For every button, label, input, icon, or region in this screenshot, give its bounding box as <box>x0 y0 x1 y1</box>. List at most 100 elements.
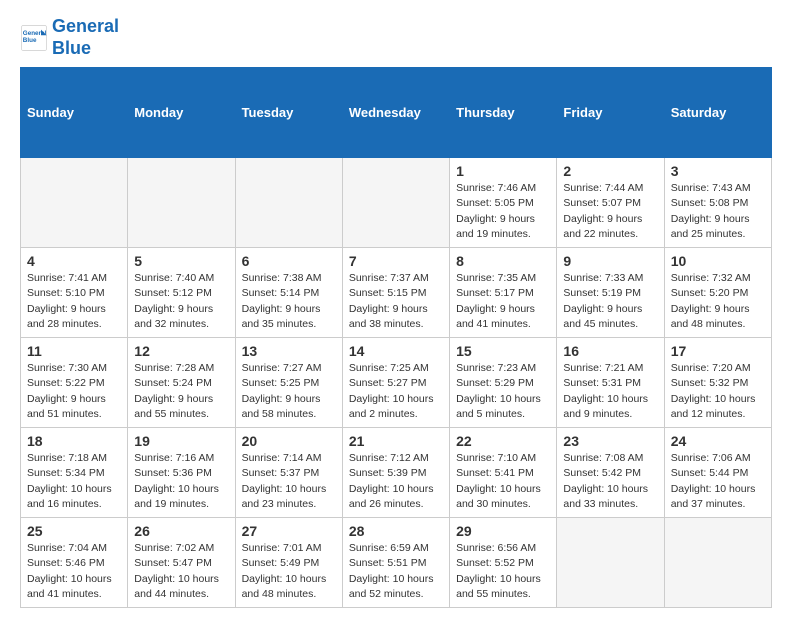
day-info: Sunrise: 7:46 AMSunset: 5:05 PMDaylight:… <box>456 181 550 242</box>
day-number: 9 <box>563 253 657 269</box>
day-number: 6 <box>242 253 336 269</box>
calendar-cell: 7 Sunrise: 7:37 AMSunset: 5:15 PMDaylight… <box>342 248 449 338</box>
day-info: Sunrise: 6:56 AMSunset: 5:52 PMDaylight:… <box>456 541 550 602</box>
day-number: 3 <box>671 163 765 179</box>
day-number: 15 <box>456 343 550 359</box>
day-info: Sunrise: 7:41 AMSunset: 5:10 PMDaylight:… <box>27 271 121 332</box>
day-info: Sunrise: 7:38 AMSunset: 5:14 PMDaylight:… <box>242 271 336 332</box>
weekday-header-thursday: Thursday <box>450 68 557 158</box>
calendar-cell: 22 Sunrise: 7:10 AMSunset: 5:41 PMDayligh… <box>450 428 557 518</box>
calendar-cell: 4Sunrise: 7:41 AMSunset: 5:10 PMDaylight… <box>21 248 128 338</box>
calendar-week-2: 4Sunrise: 7:41 AMSunset: 5:10 PMDaylight… <box>21 248 772 338</box>
calendar-cell: 24Sunrise: 7:06 AMSunset: 5:44 PMDayligh… <box>664 428 771 518</box>
calendar-cell: 6 Sunrise: 7:38 AMSunset: 5:14 PMDaylight… <box>235 248 342 338</box>
day-info: Sunrise: 7:01 AMSunset: 5:49 PMDaylight:… <box>242 541 336 602</box>
calendar-table: SundayMondayTuesdayWednesdayThursdayFrid… <box>20 67 772 608</box>
day-number: 29 <box>456 523 550 539</box>
day-info: Sunrise: 7:23 AMSunset: 5:29 PMDaylight:… <box>456 361 550 422</box>
calendar-cell: 8 Sunrise: 7:35 AMSunset: 5:17 PMDaylight… <box>450 248 557 338</box>
calendar-cell: 1 Sunrise: 7:46 AMSunset: 5:05 PMDaylight… <box>450 158 557 248</box>
logo-text: GeneralBlue <box>52 16 119 59</box>
calendar-cell: 9Sunrise: 7:33 AMSunset: 5:19 PMDaylight… <box>557 248 664 338</box>
day-number: 28 <box>349 523 443 539</box>
day-info: Sunrise: 7:40 AMSunset: 5:12 PMDaylight:… <box>134 271 228 332</box>
day-info: Sunrise: 7:25 AMSunset: 5:27 PMDaylight:… <box>349 361 443 422</box>
day-number: 25 <box>27 523 121 539</box>
day-number: 26 <box>134 523 228 539</box>
day-number: 27 <box>242 523 336 539</box>
day-info: Sunrise: 7:21 AMSunset: 5:31 PMDaylight:… <box>563 361 657 422</box>
day-info: Sunrise: 7:12 AMSunset: 5:39 PMDaylight:… <box>349 451 443 512</box>
day-info: Sunrise: 7:32 AMSunset: 5:20 PMDaylight:… <box>671 271 765 332</box>
calendar-cell: 11 Sunrise: 7:30 AMSunset: 5:22 PMDayligh… <box>21 338 128 428</box>
calendar-cell <box>235 158 342 248</box>
weekday-header-row: SundayMondayTuesdayWednesdayThursdayFrid… <box>21 68 772 158</box>
calendar-cell: 10 Sunrise: 7:32 AMSunset: 5:20 PMDayligh… <box>664 248 771 338</box>
day-number: 14 <box>349 343 443 359</box>
day-number: 18 <box>27 433 121 449</box>
calendar-cell: 29 Sunrise: 6:56 AMSunset: 5:52 PMDayligh… <box>450 518 557 608</box>
header: General Blue GeneralBlue <box>20 16 772 59</box>
calendar-cell: 16 Sunrise: 7:21 AMSunset: 5:31 PMDayligh… <box>557 338 664 428</box>
calendar-week-1: 1 Sunrise: 7:46 AMSunset: 5:05 PMDaylight… <box>21 158 772 248</box>
calendar-cell: 20 Sunrise: 7:14 AMSunset: 5:37 PMDayligh… <box>235 428 342 518</box>
day-info: Sunrise: 6:59 AMSunset: 5:51 PMDaylight:… <box>349 541 443 602</box>
calendar-cell: 23Sunrise: 7:08 AMSunset: 5:42 PMDayligh… <box>557 428 664 518</box>
day-number: 2 <box>563 163 657 179</box>
day-number: 16 <box>563 343 657 359</box>
calendar-cell: 15 Sunrise: 7:23 AMSunset: 5:29 PMDayligh… <box>450 338 557 428</box>
weekday-header-saturday: Saturday <box>664 68 771 158</box>
calendar-cell: 14 Sunrise: 7:25 AMSunset: 5:27 PMDayligh… <box>342 338 449 428</box>
day-number: 12 <box>134 343 228 359</box>
page-container: General Blue GeneralBlue SundayMondayTue… <box>0 0 792 624</box>
day-number: 1 <box>456 163 550 179</box>
calendar-week-3: 11 Sunrise: 7:30 AMSunset: 5:22 PMDayligh… <box>21 338 772 428</box>
day-number: 13 <box>242 343 336 359</box>
day-info: Sunrise: 7:35 AMSunset: 5:17 PMDaylight:… <box>456 271 550 332</box>
day-number: 20 <box>242 433 336 449</box>
calendar-cell: 17 Sunrise: 7:20 AMSunset: 5:32 PMDayligh… <box>664 338 771 428</box>
weekday-header-wednesday: Wednesday <box>342 68 449 158</box>
calendar-cell <box>342 158 449 248</box>
calendar-week-5: 25Sunrise: 7:04 AMSunset: 5:46 PMDayligh… <box>21 518 772 608</box>
day-info: Sunrise: 7:20 AMSunset: 5:32 PMDaylight:… <box>671 361 765 422</box>
day-number: 7 <box>349 253 443 269</box>
day-info: Sunrise: 7:14 AMSunset: 5:37 PMDaylight:… <box>242 451 336 512</box>
day-number: 17 <box>671 343 765 359</box>
day-number: 22 <box>456 433 550 449</box>
day-number: 8 <box>456 253 550 269</box>
day-number: 11 <box>27 343 121 359</box>
weekday-header-friday: Friday <box>557 68 664 158</box>
day-info: Sunrise: 7:06 AMSunset: 5:44 PMDaylight:… <box>671 451 765 512</box>
calendar-week-4: 18 Sunrise: 7:18 AMSunset: 5:34 PMDayligh… <box>21 428 772 518</box>
calendar-cell: 18 Sunrise: 7:18 AMSunset: 5:34 PMDayligh… <box>21 428 128 518</box>
day-info: Sunrise: 7:27 AMSunset: 5:25 PMDaylight:… <box>242 361 336 422</box>
calendar-cell <box>21 158 128 248</box>
logo-icon: General Blue <box>20 24 48 52</box>
calendar-cell: 12Sunrise: 7:28 AMSunset: 5:24 PMDayligh… <box>128 338 235 428</box>
calendar-cell: 5Sunrise: 7:40 AMSunset: 5:12 PMDaylight… <box>128 248 235 338</box>
day-info: Sunrise: 7:37 AMSunset: 5:15 PMDaylight:… <box>349 271 443 332</box>
calendar-cell <box>128 158 235 248</box>
day-info: Sunrise: 7:30 AMSunset: 5:22 PMDaylight:… <box>27 361 121 422</box>
svg-text:Blue: Blue <box>23 37 37 44</box>
calendar-cell: 27 Sunrise: 7:01 AMSunset: 5:49 PMDayligh… <box>235 518 342 608</box>
day-info: Sunrise: 7:43 AMSunset: 5:08 PMDaylight:… <box>671 181 765 242</box>
calendar-cell: 25Sunrise: 7:04 AMSunset: 5:46 PMDayligh… <box>21 518 128 608</box>
calendar-cell: 3 Sunrise: 7:43 AMSunset: 5:08 PMDaylight… <box>664 158 771 248</box>
weekday-header-monday: Monday <box>128 68 235 158</box>
calendar-cell: 28 Sunrise: 6:59 AMSunset: 5:51 PMDayligh… <box>342 518 449 608</box>
day-info: Sunrise: 7:44 AMSunset: 5:07 PMDaylight:… <box>563 181 657 242</box>
logo: General Blue GeneralBlue <box>20 16 119 59</box>
day-info: Sunrise: 7:18 AMSunset: 5:34 PMDaylight:… <box>27 451 121 512</box>
day-number: 10 <box>671 253 765 269</box>
day-number: 21 <box>349 433 443 449</box>
calendar-cell: 26Sunrise: 7:02 AMSunset: 5:47 PMDayligh… <box>128 518 235 608</box>
calendar-cell: 2 Sunrise: 7:44 AMSunset: 5:07 PMDaylight… <box>557 158 664 248</box>
day-info: Sunrise: 7:10 AMSunset: 5:41 PMDaylight:… <box>456 451 550 512</box>
calendar-cell <box>557 518 664 608</box>
day-number: 19 <box>134 433 228 449</box>
calendar-cell <box>664 518 771 608</box>
calendar-cell: 21 Sunrise: 7:12 AMSunset: 5:39 PMDayligh… <box>342 428 449 518</box>
calendar-cell: 13 Sunrise: 7:27 AMSunset: 5:25 PMDayligh… <box>235 338 342 428</box>
